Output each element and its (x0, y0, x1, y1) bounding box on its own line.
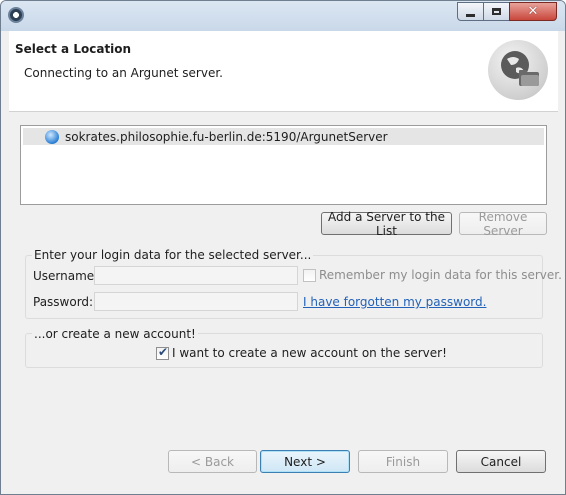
finish-button[interactable]: Finish (358, 450, 448, 473)
page-title: Select a Location (15, 42, 132, 56)
page-description: Connecting to an Argunet server. (24, 66, 223, 80)
minimize-icon (466, 13, 475, 17)
server-globe-icon (45, 129, 59, 144)
add-server-button[interactable]: Add a Server to the List (321, 210, 452, 238)
login-group-legend: Enter your login data for the selected s… (32, 248, 314, 262)
password-label: Password: (33, 295, 94, 309)
remember-login-label: Remember my login data for this server. (319, 268, 562, 282)
remove-server-button[interactable]: Remove Server (459, 210, 547, 238)
app-icon (8, 7, 24, 23)
username-field[interactable] (94, 266, 298, 285)
remember-login-checkbox[interactable] (303, 269, 316, 282)
dialog-window: ✕ Select a Location Connecting to an Arg… (0, 0, 566, 495)
globe-folder-icon (488, 40, 548, 100)
title-bar[interactable]: ✕ (1, 1, 565, 31)
wizard-banner: Select a Location Connecting to an Argun… (9, 31, 558, 112)
forgot-password-link[interactable]: I have forgotten my password. (303, 295, 486, 309)
create-account-checkbox[interactable] (156, 345, 169, 360)
create-account-label: I want to create a new account on the se… (172, 346, 447, 360)
server-list-item[interactable]: sokrates.philosophie.fu-berlin.de:5190/A… (23, 128, 544, 145)
new-account-group-legend: ...or create a new account! (32, 327, 198, 341)
close-icon: ✕ (527, 4, 539, 19)
username-label: Username: (33, 269, 99, 283)
cancel-button[interactable]: Cancel (456, 450, 546, 473)
maximize-icon (492, 8, 501, 15)
password-field[interactable] (94, 292, 298, 311)
maximize-button[interactable] (483, 2, 510, 21)
close-button[interactable]: ✕ (509, 2, 557, 21)
server-list[interactable]: sokrates.philosophie.fu-berlin.de:5190/A… (20, 125, 547, 205)
back-button[interactable]: < Back (168, 450, 257, 473)
server-address: sokrates.philosophie.fu-berlin.de:5190/A… (65, 129, 388, 144)
minimize-button[interactable] (457, 2, 484, 21)
next-button[interactable]: Next > (260, 450, 350, 473)
